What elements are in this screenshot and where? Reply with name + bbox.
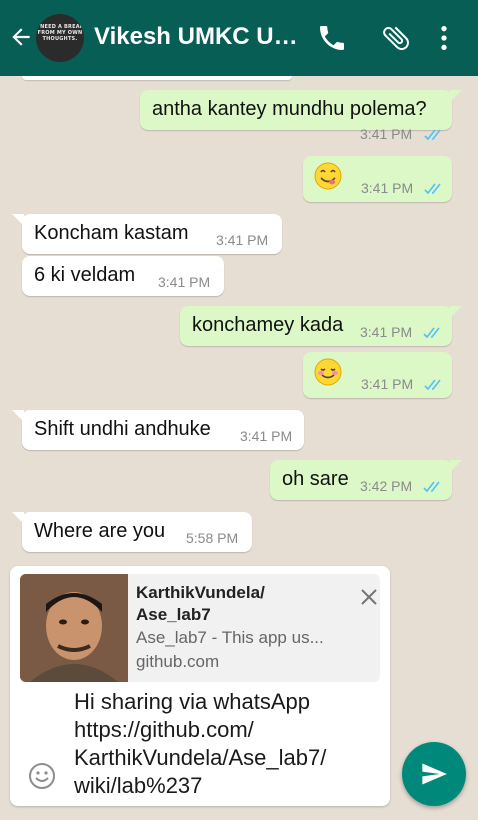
read-ticks-icon [424, 129, 441, 141]
bubble-tail [12, 214, 24, 226]
message-input[interactable]: Hi sharing via whatsApp https://github.c… [74, 688, 374, 800]
message-bubble[interactable]: 3:41 PM [303, 156, 452, 202]
back-arrow-icon[interactable] [8, 24, 34, 50]
message-text: konchamey kada [192, 314, 344, 336]
previous-message-edge [22, 76, 292, 80]
call-icon[interactable] [316, 22, 348, 54]
read-ticks-icon [423, 481, 440, 493]
profile-photo-icon [20, 574, 128, 682]
message-time: 3:41 PM [361, 180, 414, 196]
message-bubble[interactable]: Shift undhi andhuke 3:41 PM [12, 410, 304, 450]
avatar[interactable]: I NEED A BREAK FROM MY OWN THOUGHTS. [36, 14, 84, 62]
chat-header: I NEED A BREAK FROM MY OWN THOUGHTS. Vik… [0, 0, 478, 76]
smiling-blush-face-emoji-icon [314, 358, 342, 386]
bubble-tail [450, 306, 462, 318]
emoji-keyboard-icon[interactable] [28, 762, 56, 790]
message-text: oh sare [282, 468, 349, 490]
bubble-tail [12, 410, 24, 422]
send-icon [422, 763, 447, 785]
message-bubble[interactable]: oh sare 3:42 PM [270, 460, 462, 500]
message-time: 3:41 PM [240, 428, 293, 444]
message-time: 3:41 PM [360, 126, 413, 142]
read-ticks-icon [424, 379, 441, 391]
message-text: antha kantey mundhu polema? [152, 98, 427, 120]
message-composer[interactable]: KarthikVundela/ Ase_lab7 Ase_lab7 - This… [10, 566, 390, 806]
message-time: 3:41 PM [360, 324, 413, 340]
contact-name[interactable]: Vikesh UMKC Us... [94, 23, 304, 51]
message-bubble[interactable]: Where are you 5:58 PM [12, 512, 252, 552]
link-preview-thumbnail [20, 574, 128, 682]
link-preview-domain: github.com [136, 652, 220, 671]
link-preview-title: KarthikVundela/ Ase_lab7 [136, 583, 265, 624]
message-bubble[interactable]: Koncham kastam 3:41 PM [12, 214, 282, 254]
message-time: 3:41 PM [361, 376, 414, 392]
message-bubble[interactable]: antha kantey mundhu polema? 3:41 PM [140, 90, 462, 142]
read-ticks-icon [424, 183, 441, 195]
message-time: 3:41 PM [216, 232, 269, 248]
message-bubble[interactable]: 3:41 PM [303, 352, 452, 398]
message-text: Shift undhi andhuke [34, 418, 211, 440]
bubble-tail [450, 460, 462, 472]
close-icon[interactable] [360, 588, 378, 606]
more-vert-icon[interactable] [428, 22, 460, 54]
yum-face-emoji-icon [314, 162, 342, 190]
message-time: 3:42 PM [360, 478, 413, 494]
read-ticks-icon [423, 327, 440, 339]
message-bubble[interactable]: 6 ki veldam 3:41 PM [22, 256, 224, 296]
avatar-caption: I NEED A BREAK FROM MY OWN THOUGHTS. [36, 24, 84, 42]
bubble-tail [12, 512, 24, 524]
message-text: Where are you [34, 520, 166, 542]
message-bubble[interactable]: konchamey kada 3:41 PM [180, 306, 462, 346]
message-time: 3:41 PM [158, 274, 211, 290]
bubble-tail [450, 90, 462, 102]
message-time: 5:58 PM [186, 530, 239, 546]
link-preview[interactable]: KarthikVundela/ Ase_lab7 Ase_lab7 - This… [20, 574, 380, 682]
message-text: Koncham kastam [34, 222, 189, 244]
message-text: 6 ki veldam [34, 264, 136, 286]
link-preview-description: Ase_lab7 - This app us... [136, 628, 324, 647]
attach-icon[interactable] [380, 22, 412, 54]
send-button[interactable] [402, 742, 466, 806]
